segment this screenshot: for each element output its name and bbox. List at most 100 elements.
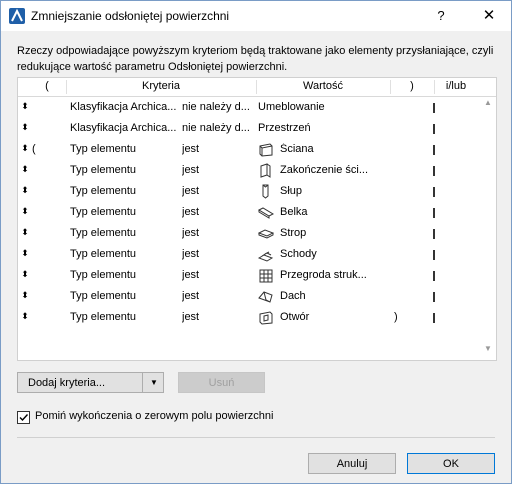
chevron-down-icon[interactable]: ▼ xyxy=(142,373,165,392)
value-cell[interactable]: Przegroda struk... xyxy=(280,269,380,281)
and-or-cell[interactable] xyxy=(433,124,435,134)
criteria-cell[interactable]: Klasyfikacja Archica... xyxy=(70,101,178,113)
criteria-cell[interactable]: Typ elementu xyxy=(70,206,178,218)
table-header: ( Kryteria Wartość ) i/lub xyxy=(18,78,496,97)
table-row[interactable]: ⬍ Typ elementu jest Belka xyxy=(18,202,496,223)
and-or-cell[interactable] xyxy=(433,187,435,197)
scroll-up-arrow[interactable]: ▲ xyxy=(482,98,494,108)
criteria-cell[interactable]: Typ elementu xyxy=(70,185,178,197)
skip-zero-area-label: Pomiń wykończenia o zerowym polu powierz… xyxy=(35,410,274,422)
divider xyxy=(17,437,495,438)
close-button[interactable]: ✕ xyxy=(477,5,501,27)
curtain-wall-icon xyxy=(258,268,274,283)
column-icon xyxy=(258,184,274,199)
operator-cell[interactable]: jest xyxy=(182,269,254,281)
slab-icon xyxy=(257,226,275,241)
table-row[interactable]: ⬍ Typ elementu jest Strop xyxy=(18,223,496,244)
criteria-cell[interactable]: Typ elementu xyxy=(70,164,178,176)
dialog-window: Zmniejszanie odsłoniętej powierzchni ? ✕… xyxy=(0,0,512,484)
operator-cell[interactable]: jest xyxy=(182,248,254,260)
close-paren[interactable]: ) xyxy=(394,311,402,323)
and-or-cell[interactable] xyxy=(433,166,435,176)
operator-cell[interactable]: nie należy d... xyxy=(182,101,254,113)
drag-handle-icon[interactable]: ⬍ xyxy=(20,206,30,217)
value-cell[interactable]: Zakończenie ści... xyxy=(280,164,380,176)
value-cell[interactable]: Umeblowanie xyxy=(258,101,378,113)
header-criteria: Kryteria xyxy=(142,80,180,92)
roof-icon xyxy=(258,289,274,304)
criteria-cell[interactable]: Typ elementu xyxy=(70,248,178,260)
operator-cell[interactable]: nie należy d... xyxy=(182,122,254,134)
drag-handle-icon[interactable]: ⬍ xyxy=(20,101,30,112)
criteria-cell[interactable]: Klasyfikacja Archica... xyxy=(70,122,178,134)
criteria-cell[interactable]: Typ elementu xyxy=(70,143,178,155)
checkmark-icon xyxy=(19,414,29,422)
dialog-title: Zmniejszanie odsłoniętej powierzchni xyxy=(31,9,230,23)
and-or-cell[interactable] xyxy=(433,145,435,155)
table-row[interactable]: ⬍ Typ elementu jest Schody xyxy=(18,244,496,265)
value-cell[interactable]: Otwór xyxy=(280,311,380,323)
drag-handle-icon[interactable]: ⬍ xyxy=(20,164,30,175)
criteria-table[interactable]: ( Kryteria Wartość ) i/lub ⬍ Klasyfikacja… xyxy=(17,77,497,361)
drag-handle-icon[interactable]: ⬍ xyxy=(20,227,30,238)
and-or-cell[interactable] xyxy=(433,208,435,218)
archicad-app-icon xyxy=(9,8,25,24)
and-or-cell[interactable] xyxy=(433,313,435,323)
criteria-cell[interactable]: Typ elementu xyxy=(70,269,178,281)
and-or-cell[interactable] xyxy=(433,103,435,113)
criteria-cell[interactable]: Typ elementu xyxy=(70,311,178,323)
operator-cell[interactable]: jest xyxy=(182,143,254,155)
table-row[interactable]: ⬍ Typ elementu jest Przegroda struk... xyxy=(18,265,496,286)
drag-handle-icon[interactable]: ⬍ xyxy=(20,122,30,133)
column-divider xyxy=(390,80,391,94)
ok-button[interactable]: OK xyxy=(407,453,495,474)
value-cell[interactable]: Strop xyxy=(280,227,380,239)
header-open-paren: ( xyxy=(45,80,49,92)
table-row[interactable]: ⬍ Klasyfikacja Archica... nie należy d... U… xyxy=(18,97,496,118)
cancel-button[interactable]: Anuluj xyxy=(308,453,396,474)
value-cell[interactable]: Ściana xyxy=(280,143,380,155)
add-criteria-label: Dodaj kryteria... xyxy=(28,377,106,389)
table-row[interactable]: ⬍ Typ elementu jest Zakończenie ści... xyxy=(18,160,496,181)
and-or-cell[interactable] xyxy=(433,229,435,239)
drag-handle-icon[interactable]: ⬍ xyxy=(20,143,30,154)
and-or-cell[interactable] xyxy=(433,271,435,281)
column-divider xyxy=(66,80,67,94)
drag-handle-icon[interactable]: ⬍ xyxy=(20,311,30,322)
and-or-cell[interactable] xyxy=(433,250,435,260)
table-row[interactable]: ⬍( Typ elementu jest Ściana xyxy=(18,139,496,160)
value-cell[interactable]: Dach xyxy=(280,290,380,302)
skip-zero-area-checkbox[interactable] xyxy=(17,411,30,424)
table-row[interactable]: ⬍ Typ elementu jest Słup xyxy=(18,181,496,202)
drag-handle-icon[interactable]: ⬍ xyxy=(20,269,30,280)
description-text: Rzeczy odpowiadające powyższym kryteriom… xyxy=(17,45,494,73)
operator-cell[interactable]: jest xyxy=(182,227,254,239)
criteria-cell[interactable]: Typ elementu xyxy=(70,227,178,239)
drag-handle-icon[interactable]: ⬍ xyxy=(20,248,30,259)
value-cell[interactable]: Belka xyxy=(280,206,380,218)
remove-button[interactable]: Usuń xyxy=(178,372,265,393)
drag-handle-icon[interactable]: ⬍ xyxy=(20,185,30,196)
criteria-cell[interactable]: Typ elementu xyxy=(70,290,178,302)
operator-cell[interactable]: jest xyxy=(182,311,254,323)
and-or-cell[interactable] xyxy=(433,292,435,302)
scroll-down-arrow[interactable]: ▼ xyxy=(482,344,494,354)
operator-cell[interactable]: jest xyxy=(182,206,254,218)
table-row[interactable]: ⬍ Typ elementu jest Otwór) xyxy=(18,307,496,328)
column-divider xyxy=(434,80,435,94)
add-criteria-button[interactable]: Dodaj kryteria... ▼ xyxy=(17,372,164,393)
value-cell[interactable]: Schody xyxy=(280,248,380,260)
value-cell[interactable]: Słup xyxy=(280,185,380,197)
table-row[interactable]: ⬍ Klasyfikacja Archica... nie należy d... P… xyxy=(18,118,496,139)
wall-end-icon xyxy=(258,163,274,178)
open-paren[interactable]: ( xyxy=(32,143,40,155)
drag-handle-icon[interactable]: ⬍ xyxy=(20,290,30,301)
table-row[interactable]: ⬍ Typ elementu jest Dach xyxy=(18,286,496,307)
stair-icon xyxy=(257,247,274,262)
operator-cell[interactable]: jest xyxy=(182,185,254,197)
operator-cell[interactable]: jest xyxy=(182,290,254,302)
header-value: Wartość xyxy=(303,80,343,92)
operator-cell[interactable]: jest xyxy=(182,164,254,176)
value-cell[interactable]: Przestrzeń xyxy=(258,122,378,134)
help-button[interactable]: ? xyxy=(429,5,453,27)
